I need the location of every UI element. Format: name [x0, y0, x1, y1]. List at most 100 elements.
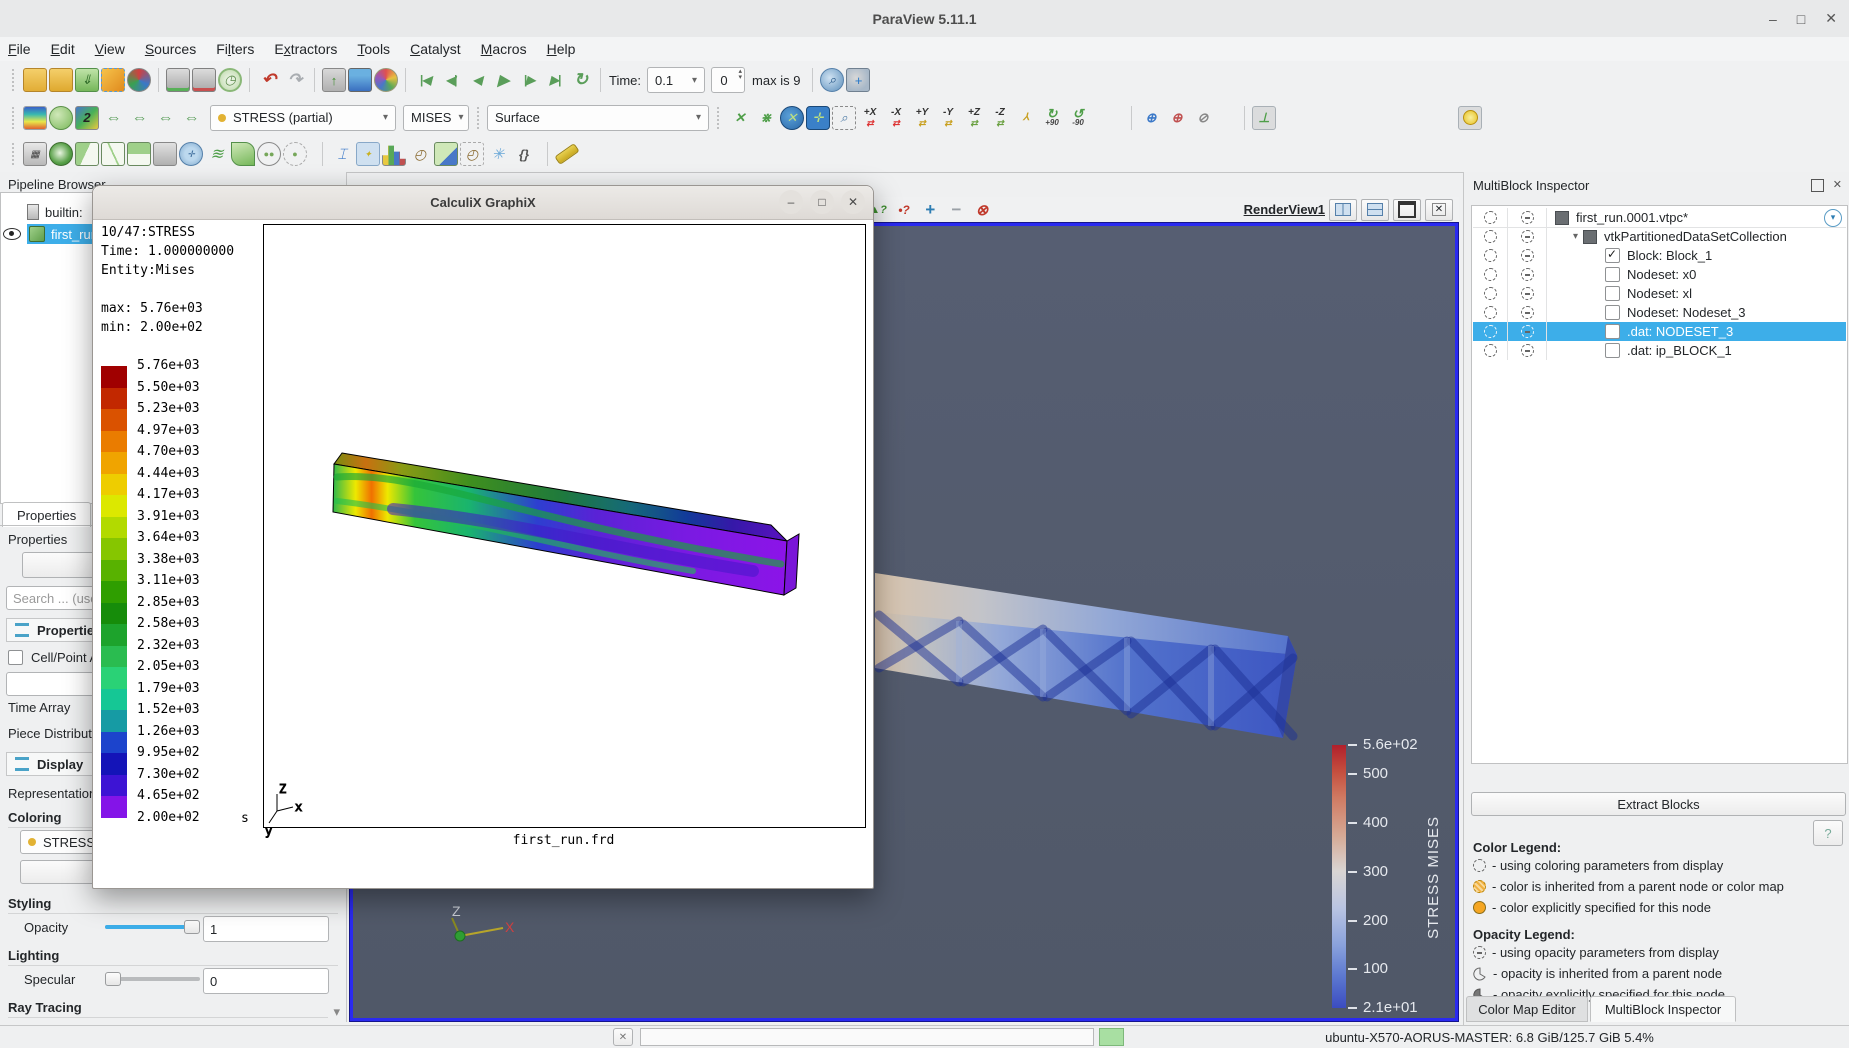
- close-panel-icon[interactable]: ✕: [1833, 178, 1842, 191]
- python-icon[interactable]: {}: [512, 142, 536, 166]
- tree-row[interactable]: .dat: ip_BLOCK_1: [1473, 341, 1846, 360]
- menu-file[interactable]: File: [8, 41, 31, 57]
- visibility-checkbox[interactable]: [1605, 248, 1620, 263]
- maximize-icon[interactable]: □: [1797, 11, 1805, 27]
- rescale-custom-range-icon[interactable]: ⇔: [127, 106, 151, 130]
- orientation-axes-toggle-icon[interactable]: ⊥: [1252, 106, 1276, 130]
- color-state-icon[interactable]: [1484, 211, 1497, 224]
- undo-icon[interactable]: ↶: [257, 68, 281, 92]
- ungroup-icon[interactable]: ●: [283, 142, 307, 166]
- clip-icon[interactable]: [75, 142, 99, 166]
- eye-icon[interactable]: [3, 228, 21, 240]
- opacity-slider[interactable]: [105, 920, 200, 934]
- color-state-icon[interactable]: [1484, 287, 1497, 300]
- colormap-toggle-icon[interactable]: [23, 106, 47, 130]
- tab-properties[interactable]: Properties: [2, 502, 91, 527]
- find-data-icon[interactable]: +: [846, 68, 870, 92]
- reset-camera-closest-icon[interactable]: ✕: [780, 106, 804, 130]
- menu-extractors[interactable]: Extractors: [274, 41, 337, 57]
- color-state-icon[interactable]: [1484, 268, 1497, 281]
- menu-catalyst[interactable]: Catalyst: [410, 41, 461, 57]
- spin-down-icon[interactable]: ▾: [739, 75, 743, 81]
- opacity-state-icon[interactable]: [1521, 344, 1534, 357]
- tab-color-map-editor[interactable]: Color Map Editor: [1466, 996, 1588, 1022]
- split-horizontal-icon[interactable]: [1329, 199, 1357, 221]
- specular-field[interactable]: 0: [203, 968, 329, 994]
- rotate-cw-icon[interactable]: ↻+90: [1040, 106, 1064, 130]
- expander-icon[interactable]: ▾: [1573, 231, 1578, 242]
- opacity-state-icon[interactable]: [1521, 306, 1534, 319]
- menu-view[interactable]: View: [95, 41, 125, 57]
- visibility-checkbox[interactable]: [1605, 267, 1620, 282]
- rescale-data-icon[interactable]: ⇔: [101, 106, 125, 130]
- rotate-ccw-icon[interactable]: ↺-90: [1066, 106, 1090, 130]
- plot-over-line-icon[interactable]: ⌶: [330, 142, 354, 166]
- server-connect-icon[interactable]: [166, 68, 190, 92]
- opacity-field[interactable]: 1: [203, 916, 329, 942]
- save-animation-icon[interactable]: [127, 68, 151, 92]
- menu-edit[interactable]: Edit: [51, 41, 75, 57]
- auto-apply-icon[interactable]: ↑: [322, 68, 346, 92]
- warp-icon[interactable]: [231, 142, 255, 166]
- representation-combo[interactable]: Surface ▾: [487, 105, 709, 131]
- vcr-back-icon[interactable]: ◀|: [439, 68, 463, 92]
- cancel-progress-button[interactable]: ✕: [613, 1028, 633, 1046]
- slice-icon[interactable]: [101, 142, 125, 166]
- timer-icon[interactable]: ◷: [218, 68, 242, 92]
- reset-center-icon[interactable]: ⊕: [1165, 106, 1189, 130]
- tree-row-root[interactable]: first_run.0001.vtpc* ▾: [1473, 208, 1846, 228]
- visibility-checkbox[interactable]: [1605, 286, 1620, 301]
- view-plus-z-icon[interactable]: +Z⇄: [962, 106, 986, 130]
- pick-center-icon[interactable]: ⊕: [1139, 106, 1163, 130]
- extract-blocks-button[interactable]: Extract Blocks: [1471, 792, 1846, 816]
- calculator-icon[interactable]: ▦: [23, 142, 47, 166]
- show-center-axes-icon[interactable]: ⊘: [1191, 106, 1215, 130]
- help-button[interactable]: ?: [1813, 820, 1843, 846]
- zoom-closest-to-data-icon[interactable]: ✛: [806, 106, 830, 130]
- tree-row[interactable]: .dat: NODESET_3: [1473, 322, 1846, 341]
- vcr-next-icon[interactable]: |▶: [517, 68, 541, 92]
- isometric-view-icon[interactable]: ⅄: [1014, 106, 1038, 130]
- interactive-select-icon[interactable]: ✳: [486, 142, 510, 166]
- close-icon[interactable]: ✕: [1825, 10, 1837, 27]
- save-data-icon[interactable]: ⇓: [75, 68, 99, 92]
- specular-slider[interactable]: [105, 972, 200, 986]
- menu-filters[interactable]: Filters: [216, 41, 254, 57]
- save-state-icon[interactable]: [49, 68, 73, 92]
- cgx-window[interactable]: CalculiX GraphiX – □ ✕ 10/47:STRESS Time…: [92, 185, 874, 889]
- component-combo[interactable]: MISES ▾: [403, 105, 469, 131]
- color-state-icon[interactable]: [1484, 306, 1497, 319]
- view-plus-y-icon[interactable]: +Y⇄: [910, 106, 934, 130]
- split-vertical-icon[interactable]: [1361, 199, 1389, 221]
- cell-point-checkbox[interactable]: [8, 650, 23, 665]
- vcr-first-icon[interactable]: |◀: [413, 68, 437, 92]
- view-minus-y-icon[interactable]: -Y⇄: [936, 106, 960, 130]
- menu-tools[interactable]: Tools: [357, 41, 390, 57]
- tree-row[interactable]: Nodeset: xl: [1473, 284, 1846, 303]
- rv-cancel-icon[interactable]: ⊗: [970, 198, 994, 222]
- search-data-icon[interactable]: ⌕: [820, 68, 844, 92]
- cgx-titlebar[interactable]: CalculiX GraphiX – □ ✕: [93, 186, 873, 220]
- glyph-icon[interactable]: ✛: [179, 142, 203, 166]
- color-state-icon[interactable]: [1484, 344, 1497, 357]
- maximize-view-icon[interactable]: [1393, 199, 1421, 221]
- cgx-maximize-icon[interactable]: □: [810, 190, 834, 214]
- tree-row[interactable]: Nodeset: x0: [1473, 265, 1846, 284]
- cgx-canvas[interactable]: [263, 224, 866, 828]
- view-minus-x-icon[interactable]: -X⇄: [884, 106, 908, 130]
- cgx-close-icon[interactable]: ✕: [841, 190, 865, 214]
- rescale-visible-icon[interactable]: ⇔: [179, 106, 203, 130]
- vcr-play-icon[interactable]: ▶: [491, 68, 515, 92]
- plot-over-time-icon[interactable]: ◴: [408, 142, 432, 166]
- tree-row[interactable]: Block: Block_1: [1473, 246, 1846, 265]
- cgx-minimize-icon[interactable]: –: [779, 190, 803, 214]
- vcr-prev-icon[interactable]: ◀: [465, 68, 489, 92]
- server-disconnect-icon[interactable]: [192, 68, 216, 92]
- color-state-icon[interactable]: [1484, 230, 1497, 243]
- color-array-combo[interactable]: STRESS (partial) ▾: [210, 105, 396, 131]
- scroll-down-icon[interactable]: ▾: [333, 1004, 340, 1020]
- load-palette-icon[interactable]: [348, 68, 372, 92]
- light-kit-toggle-icon[interactable]: [1458, 106, 1482, 130]
- frame-spinbox[interactable]: 0 ▴▾: [711, 67, 745, 93]
- opacity-state-icon[interactable]: [1521, 268, 1534, 281]
